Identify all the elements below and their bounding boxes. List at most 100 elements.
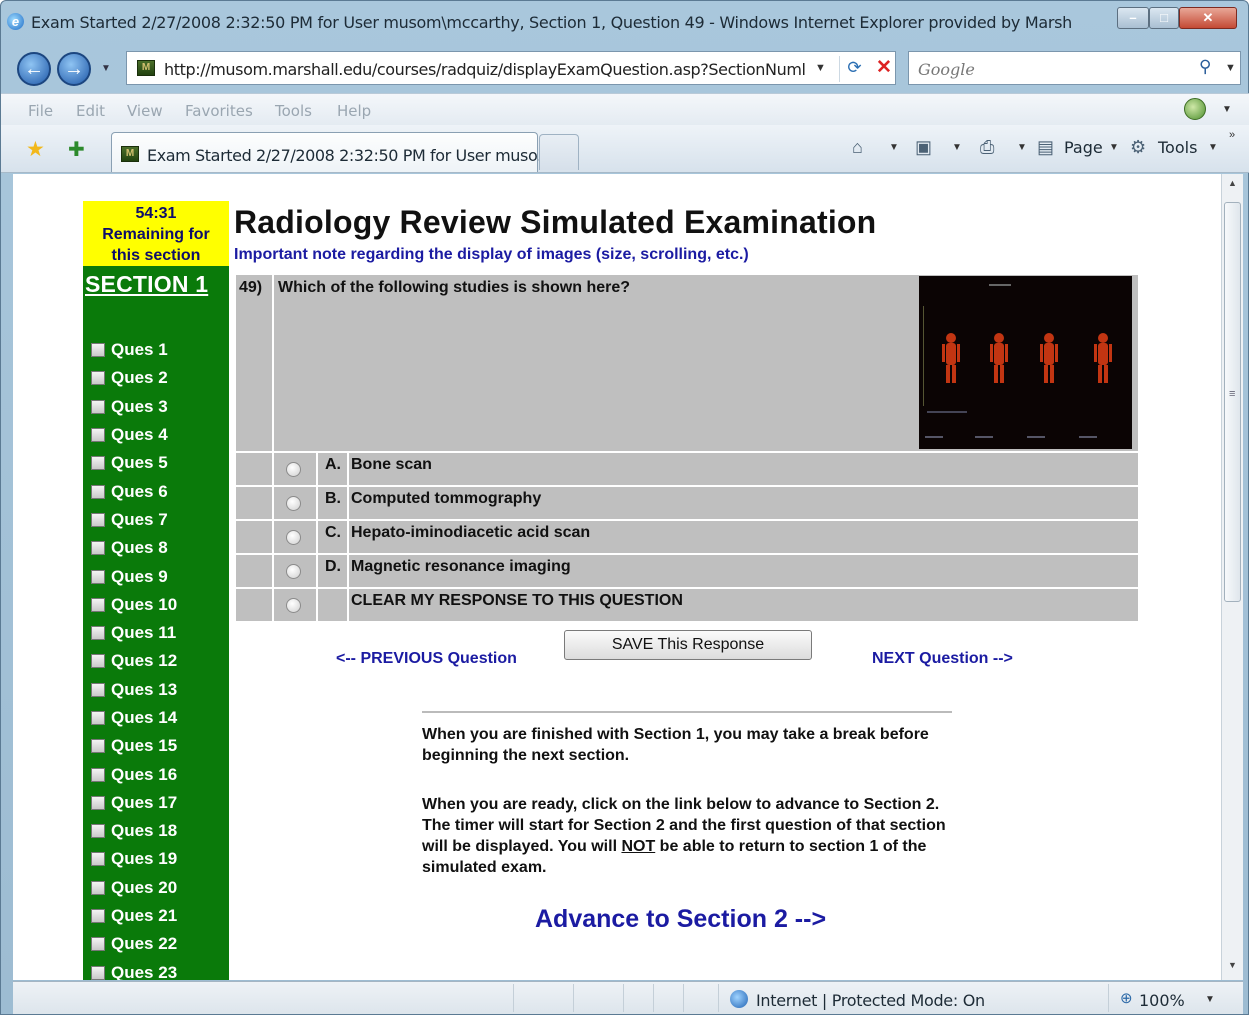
save-response-button[interactable]: SAVE This Response xyxy=(564,630,812,660)
question-nav-item[interactable]: Ques 18 xyxy=(91,817,177,845)
answer-option-b[interactable]: B. Computed tommography xyxy=(236,487,1138,519)
question-link[interactable]: Ques 1 xyxy=(111,340,168,360)
question-nav-item[interactable]: Ques 2 xyxy=(91,364,177,392)
question-link[interactable]: Ques 8 xyxy=(111,538,168,558)
question-nav-item[interactable]: Ques 17 xyxy=(91,789,177,817)
answer-option-c[interactable]: C. Hepato-iminodiacetic acid scan xyxy=(236,521,1138,553)
feeds-icon[interactable]: ▣ xyxy=(915,137,932,158)
question-checkbox[interactable] xyxy=(91,626,105,641)
question-link[interactable]: Ques 10 xyxy=(111,595,177,615)
question-link[interactable]: Ques 6 xyxy=(111,482,168,502)
question-link[interactable]: Ques 20 xyxy=(111,878,177,898)
security-zone-text[interactable]: Internet | Protected Mode: On xyxy=(756,991,985,1010)
page-dropdown-icon[interactable]: ▼ xyxy=(1109,142,1119,153)
question-nav-item[interactable]: Ques 12 xyxy=(91,647,177,675)
add-to-favorites-icon[interactable]: ✚ xyxy=(68,137,85,162)
question-nav-item[interactable]: Ques 20 xyxy=(91,874,177,902)
home-dropdown-icon[interactable]: ▼ xyxy=(889,142,899,153)
option-a-radio[interactable] xyxy=(286,462,301,477)
address-dropdown-icon[interactable]: ▼ xyxy=(815,62,826,74)
question-nav-item[interactable]: Ques 5 xyxy=(91,449,177,477)
menu-favorites[interactable]: Favorites xyxy=(185,102,253,120)
maximize-button[interactable]: □ xyxy=(1149,7,1179,29)
question-nav-item[interactable]: Ques 21 xyxy=(91,902,177,930)
question-checkbox[interactable] xyxy=(91,880,105,895)
tools-dropdown-icon[interactable]: ▼ xyxy=(1208,142,1218,153)
recent-pages-dropdown[interactable]: ▼ xyxy=(101,63,111,74)
question-link[interactable]: Ques 22 xyxy=(111,934,177,954)
question-link[interactable]: Ques 19 xyxy=(111,849,177,869)
clear-response-option[interactable]: CLEAR MY RESPONSE TO THIS QUESTION xyxy=(236,589,1138,621)
scroll-up-icon[interactable]: ▲ xyxy=(1222,178,1243,196)
option-b-radio[interactable] xyxy=(286,496,301,511)
question-link[interactable]: Ques 21 xyxy=(111,906,177,926)
question-link[interactable]: Ques 9 xyxy=(111,567,168,587)
question-link[interactable]: Ques 4 xyxy=(111,425,168,445)
tools-gear-icon[interactable]: ⚙ xyxy=(1130,137,1146,158)
answer-option-a[interactable]: A. Bone scan xyxy=(236,453,1138,485)
vertical-scrollbar[interactable]: ▲ ≡ ▼ xyxy=(1221,174,1243,980)
question-checkbox[interactable] xyxy=(91,399,105,414)
question-checkbox[interactable] xyxy=(91,484,105,499)
question-nav-item[interactable]: Ques 10 xyxy=(91,591,177,619)
question-link[interactable]: Ques 11 xyxy=(111,623,176,643)
favorites-center-icon[interactable]: ★ xyxy=(26,137,45,162)
zoom-icon[interactable]: ⊕ xyxy=(1120,989,1133,1007)
question-link[interactable]: Ques 3 xyxy=(111,397,168,417)
back-button[interactable]: ← xyxy=(17,52,51,86)
search-icon[interactable]: ⚲ xyxy=(1199,57,1211,77)
question-link[interactable]: Ques 16 xyxy=(111,765,177,785)
question-nav-item[interactable]: Ques 22 xyxy=(91,930,177,958)
address-bar[interactable]: M http://musom.marshall.edu/courses/radq… xyxy=(126,51,896,85)
question-link[interactable]: Ques 5 xyxy=(111,453,168,473)
question-nav-item[interactable]: Ques 14 xyxy=(91,704,177,732)
tools-menu-label[interactable]: Tools xyxy=(1158,138,1197,157)
scroll-down-icon[interactable]: ▼ xyxy=(1222,960,1243,978)
question-nav-item[interactable]: Ques 6 xyxy=(91,477,177,505)
question-nav-item[interactable]: Ques 11 xyxy=(91,619,177,647)
answer-option-d[interactable]: D. Magnetic resonance imaging xyxy=(236,555,1138,587)
question-checkbox[interactable] xyxy=(91,654,105,669)
question-nav-item[interactable]: Ques 3 xyxy=(91,393,177,421)
search-input[interactable]: Google xyxy=(918,60,975,79)
page-icon[interactable]: ▤ xyxy=(1037,137,1054,158)
question-checkbox[interactable] xyxy=(91,343,105,358)
page-menu-label[interactable]: Page xyxy=(1064,138,1103,157)
toolbar-addon-icon[interactable] xyxy=(1184,98,1206,120)
image-display-note-link[interactable]: Important note regarding the display of … xyxy=(234,246,749,264)
question-nav-item[interactable]: Ques 19 xyxy=(91,845,177,873)
question-checkbox[interactable] xyxy=(91,512,105,527)
close-window-button[interactable]: ✕ xyxy=(1179,7,1237,29)
question-link[interactable]: Ques 23 xyxy=(111,963,177,980)
question-nav-item[interactable]: Ques 8 xyxy=(91,534,177,562)
clear-response-radio[interactable] xyxy=(286,598,301,613)
question-checkbox[interactable] xyxy=(91,597,105,612)
zoom-dropdown-icon[interactable]: ▼ xyxy=(1205,994,1215,1005)
question-link[interactable]: Ques 17 xyxy=(111,793,177,813)
search-options-dropdown-icon[interactable]: ▼ xyxy=(1225,62,1236,74)
question-link[interactable]: Ques 12 xyxy=(111,651,177,671)
minimize-button[interactable]: – xyxy=(1117,7,1149,29)
question-checkbox[interactable] xyxy=(91,965,105,980)
question-link[interactable]: Ques 15 xyxy=(111,736,177,756)
option-c-radio[interactable] xyxy=(286,530,301,545)
question-link[interactable]: Ques 7 xyxy=(111,510,168,530)
option-d-radio[interactable] xyxy=(286,564,301,579)
scroll-thumb[interactable]: ≡ xyxy=(1224,202,1241,602)
question-checkbox[interactable] xyxy=(91,456,105,471)
question-nav-item[interactable]: Ques 13 xyxy=(91,676,177,704)
question-nav-item[interactable]: Ques 1 xyxy=(91,336,177,364)
menu-tools[interactable]: Tools xyxy=(275,102,312,120)
question-checkbox[interactable] xyxy=(91,767,105,782)
question-checkbox[interactable] xyxy=(91,852,105,867)
question-nav-item[interactable]: Ques 7 xyxy=(91,506,177,534)
question-checkbox[interactable] xyxy=(91,711,105,725)
section-link[interactable]: SECTION 1 xyxy=(85,271,208,298)
new-tab-button[interactable] xyxy=(539,134,579,170)
stop-icon[interactable]: ✕ xyxy=(871,56,897,82)
bone-scan-image[interactable] xyxy=(919,276,1132,449)
feeds-dropdown-icon[interactable]: ▼ xyxy=(952,142,962,153)
menu-file[interactable]: File xyxy=(28,102,53,120)
tab-exam[interactable]: M Exam Started 2/27/2008 2:32:50 PM for … xyxy=(111,132,552,172)
question-link[interactable]: Ques 14 xyxy=(111,708,177,728)
